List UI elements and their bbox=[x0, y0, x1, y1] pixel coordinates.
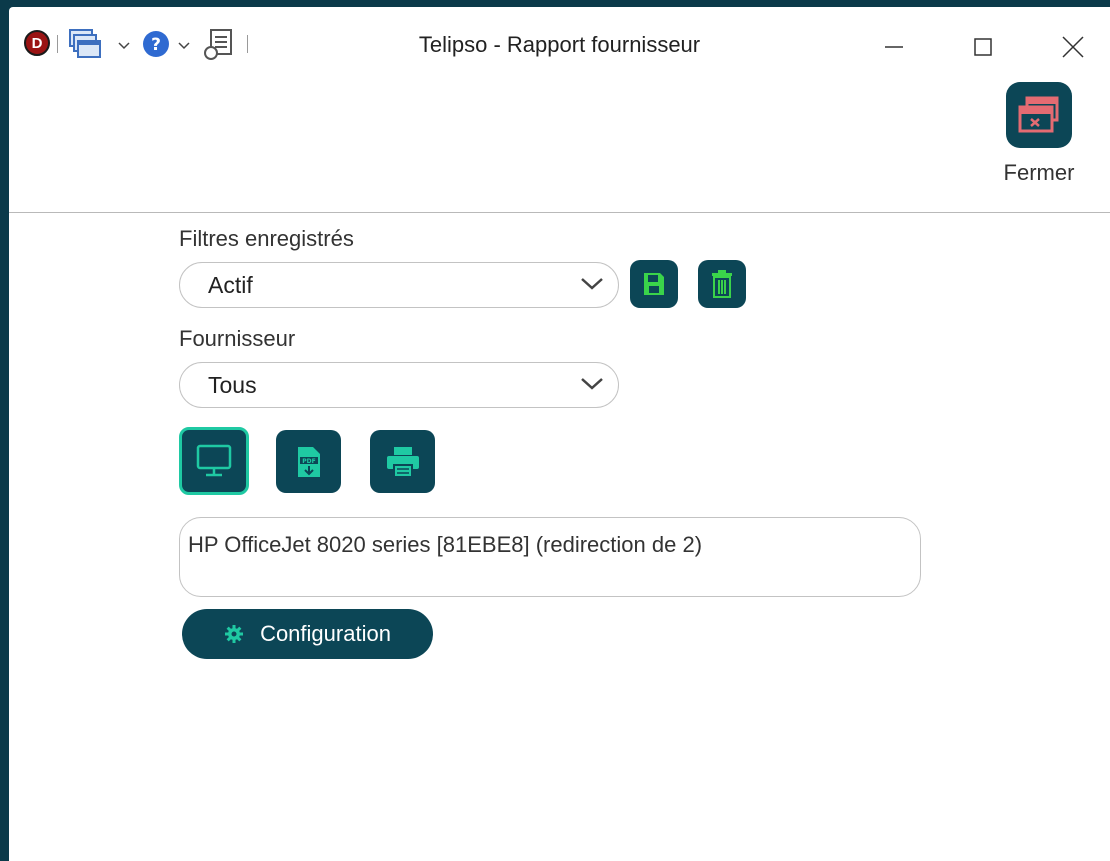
save-filter-button[interactable] bbox=[630, 260, 678, 308]
saved-filters-label: Filtres enregistrés bbox=[179, 226, 354, 251]
window-title: Telipso - Rapport fournisseur bbox=[418, 32, 701, 57]
save-icon bbox=[644, 273, 664, 295]
svg-text:PDF: PDF bbox=[302, 458, 315, 465]
toolbar-separator bbox=[57, 35, 58, 53]
ribbon-divider bbox=[9, 212, 1110, 213]
chevron-down-icon[interactable] bbox=[118, 37, 130, 55]
minimize-icon bbox=[885, 46, 903, 48]
configuration-button[interactable]: Configuration bbox=[182, 609, 433, 659]
main-window: D ? Telipso - Rapport fournisseur Fermer… bbox=[9, 7, 1110, 861]
report-icon[interactable] bbox=[202, 28, 236, 67]
close-window-icon bbox=[1006, 82, 1072, 148]
print-output-button[interactable] bbox=[370, 430, 435, 493]
maximize-icon bbox=[974, 38, 992, 56]
svg-text:?: ? bbox=[151, 35, 161, 55]
printer-name: HP OfficeJet 8020 series [81EBE8] (redir… bbox=[188, 532, 703, 557]
printer-icon bbox=[386, 446, 419, 478]
fermer-label: Fermer bbox=[1003, 160, 1075, 185]
supplier-value: Tous bbox=[208, 372, 257, 398]
monitor-icon bbox=[196, 444, 232, 477]
screen-output-button[interactable] bbox=[179, 427, 249, 495]
help-icon[interactable]: ? bbox=[141, 29, 171, 64]
windows-icon[interactable] bbox=[68, 28, 102, 65]
maximize-button[interactable] bbox=[963, 27, 1003, 67]
chevron-down-icon[interactable] bbox=[178, 37, 190, 55]
fermer-button[interactable]: Fermer bbox=[989, 82, 1089, 192]
app-logo-icon[interactable]: D bbox=[24, 30, 50, 56]
title-bar: D ? Telipso - Rapport fournisseur bbox=[9, 7, 1110, 77]
trash-icon bbox=[712, 270, 732, 298]
supplier-label: Fournisseur bbox=[179, 326, 296, 351]
gear-icon bbox=[224, 624, 244, 644]
chevron-down-icon bbox=[580, 376, 604, 397]
printer-name-field[interactable]: HP OfficeJet 8020 series [81EBE8] (redir… bbox=[179, 517, 921, 597]
saved-filters-select[interactable]: Actif bbox=[179, 262, 619, 308]
supplier-select[interactable]: Tous bbox=[179, 362, 619, 408]
configuration-label: Configuration bbox=[260, 621, 391, 646]
saved-filters-value: Actif bbox=[208, 272, 253, 298]
pdf-icon: PDF bbox=[297, 446, 320, 477]
pdf-output-button[interactable]: PDF bbox=[276, 430, 341, 493]
close-window-button[interactable] bbox=[1053, 27, 1093, 67]
app-logo-letter: D bbox=[31, 34, 43, 52]
toolbar-separator bbox=[247, 35, 248, 53]
chevron-down-icon bbox=[580, 276, 604, 297]
delete-filter-button[interactable] bbox=[698, 260, 746, 308]
minimize-button[interactable] bbox=[874, 27, 914, 67]
close-icon bbox=[1062, 36, 1084, 58]
